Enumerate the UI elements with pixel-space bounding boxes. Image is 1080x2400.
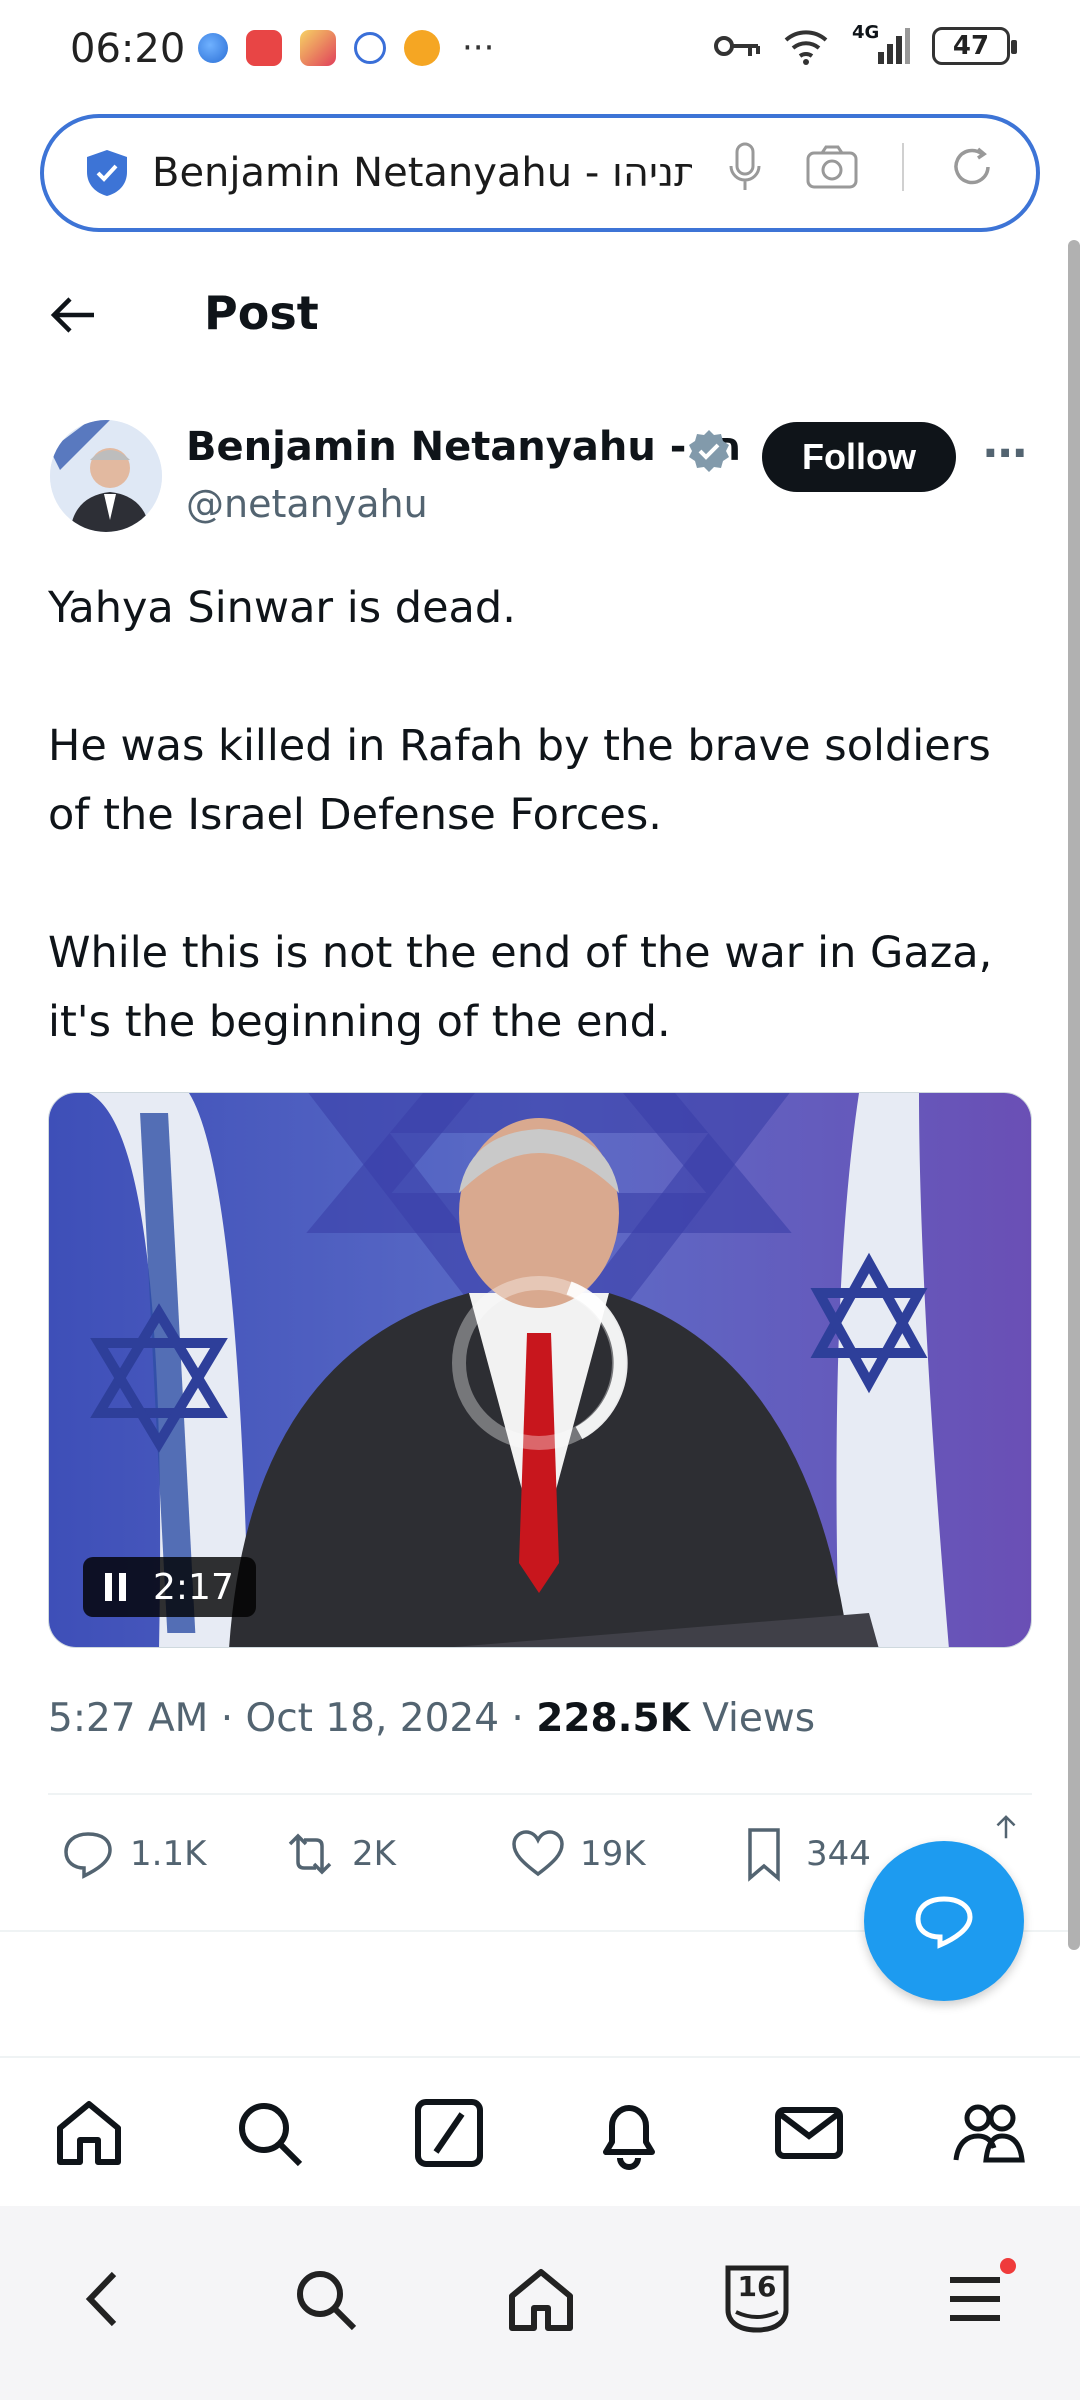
post-date[interactable]: Oct 18, 2024 (246, 1696, 500, 1741)
back-arrow-icon[interactable] (48, 290, 98, 340)
post-metadata: 5:27 AM · Oct 18, 2024 · 228.5K Views (48, 1696, 815, 1741)
share-icon (996, 1815, 1016, 1839)
bookmark-icon (748, 1828, 780, 1882)
bookmark-count: 344 (806, 1834, 871, 1874)
meta-separator: · (499, 1696, 537, 1741)
bookmark-button[interactable]: 344 (736, 1826, 871, 1882)
weibo-icon (404, 30, 440, 66)
messages-mail-icon[interactable] (772, 2096, 846, 2170)
post-time[interactable]: 5:27 AM (48, 1696, 208, 1741)
key-icon (714, 36, 760, 56)
camera-icon[interactable] (806, 145, 858, 189)
notifications-bell-icon[interactable] (592, 2096, 666, 2170)
pause-icon[interactable] (105, 1573, 127, 1601)
app-notification-icon (198, 33, 228, 63)
url-text[interactable]: Benjamin Netanyahu - בנימין נתניהו (152, 150, 692, 196)
avatar[interactable] (50, 420, 162, 532)
notification-dot (1000, 2258, 1016, 2274)
video-controls[interactable]: 2:17 (83, 1557, 256, 1617)
browser-navigation-bar: 16 (0, 2206, 1080, 2400)
tabs-count: 16 (737, 2270, 777, 2303)
video-time: 2:17 (153, 1566, 234, 1608)
post-paragraph: Yahya Sinwar is dead. (48, 583, 516, 633)
share-button[interactable] (986, 1814, 1026, 1854)
app-bottom-navigation (0, 2056, 1080, 2206)
compose-reply-button[interactable] (864, 1841, 1024, 2001)
more-options-icon[interactable]: ··· (982, 428, 1028, 479)
page-title: Post (204, 286, 319, 340)
notification-icons: ··· (198, 30, 494, 66)
home-icon[interactable] (52, 2096, 126, 2170)
like-button[interactable]: 19K (510, 1826, 646, 1882)
system-icons: 4G 47 (712, 22, 1017, 66)
author-handle[interactable]: @netanyahu (186, 482, 428, 526)
views-count: 228.5K (536, 1696, 690, 1741)
communities-icon[interactable] (952, 2096, 1026, 2170)
app-notification-icon (300, 30, 336, 66)
search-icon[interactable] (232, 2096, 306, 2170)
post-paragraph: He was killed in Rafah by the brave sold… (48, 721, 991, 840)
reply-icon (64, 1832, 112, 1879)
chevron-left-icon[interactable] (70, 2264, 140, 2334)
like-count: 19K (580, 1834, 646, 1874)
views-label: Views (689, 1696, 816, 1741)
author-name[interactable]: Benjamin Netanyahu - הו (186, 424, 741, 470)
repost-count: 2K (352, 1834, 396, 1874)
cellular-signal-icon: 4G (850, 22, 910, 66)
tabs-button[interactable]: 16 (722, 2264, 792, 2334)
reply-plus-icon (915, 1896, 973, 1949)
home-icon[interactable] (506, 2264, 576, 2334)
status-bar: 06:20 ··· 4G 47 (0, 0, 1080, 100)
repost-button[interactable]: 2K (282, 1826, 396, 1882)
video-player[interactable]: 2:17 (48, 1092, 1032, 1648)
separator (902, 143, 904, 191)
browser-search-bar[interactable]: Benjamin Netanyahu - בנימין נתניהו (40, 114, 1040, 232)
repost-icon (288, 1833, 332, 1875)
post-header: Post (0, 270, 1068, 360)
battery-indicator: 47 (932, 27, 1017, 65)
post-text: Yahya Sinwar is dead. He was killed in R… (48, 574, 1038, 1126)
reply-button[interactable]: 1.1K (60, 1826, 206, 1882)
meta-separator: · (208, 1696, 246, 1741)
status-time: 06:20 (70, 26, 186, 72)
refresh-icon[interactable] (948, 143, 996, 191)
page-scrollbar[interactable] (1068, 240, 1080, 1950)
wifi-icon (784, 30, 828, 65)
shield-icon (87, 150, 127, 196)
grok-icon[interactable] (412, 2096, 486, 2170)
app-notification-icon (246, 30, 282, 66)
divider (48, 1793, 1032, 1795)
follow-button[interactable]: Follow (762, 422, 956, 492)
heart-icon (512, 1830, 564, 1877)
more-notifications-icon: ··· (462, 28, 495, 68)
search-icon[interactable] (290, 2264, 360, 2334)
verified-badge-icon (689, 430, 729, 472)
post-paragraph: While this is not the end of the war in … (48, 928, 993, 1047)
reply-count: 1.1K (130, 1834, 207, 1874)
microphone-icon[interactable] (728, 142, 762, 192)
menu-icon[interactable] (940, 2264, 1010, 2334)
app-notification-icon (354, 32, 386, 64)
